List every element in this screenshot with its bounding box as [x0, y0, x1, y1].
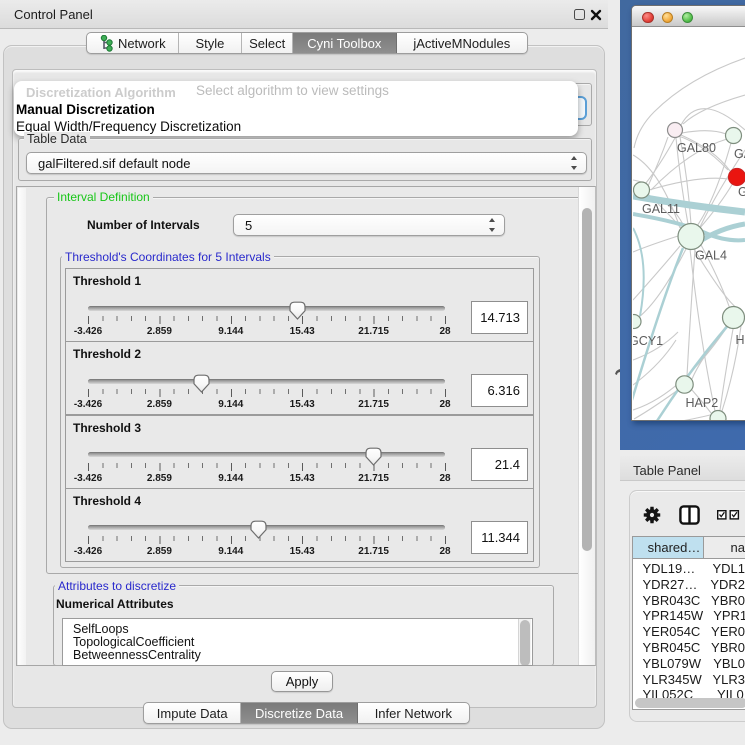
svg-text:H: H: [736, 333, 745, 347]
svg-text:GA: GA: [734, 147, 745, 161]
svg-text:HAP2: HAP2: [686, 396, 719, 410]
svg-text:GAL4: GAL4: [695, 249, 727, 263]
svg-text:GAL11: GAL11: [642, 202, 680, 216]
svg-text:G: G: [738, 185, 745, 199]
svg-text:GAL80: GAL80: [677, 141, 716, 155]
svg-text:GCY1: GCY1: [633, 334, 663, 348]
